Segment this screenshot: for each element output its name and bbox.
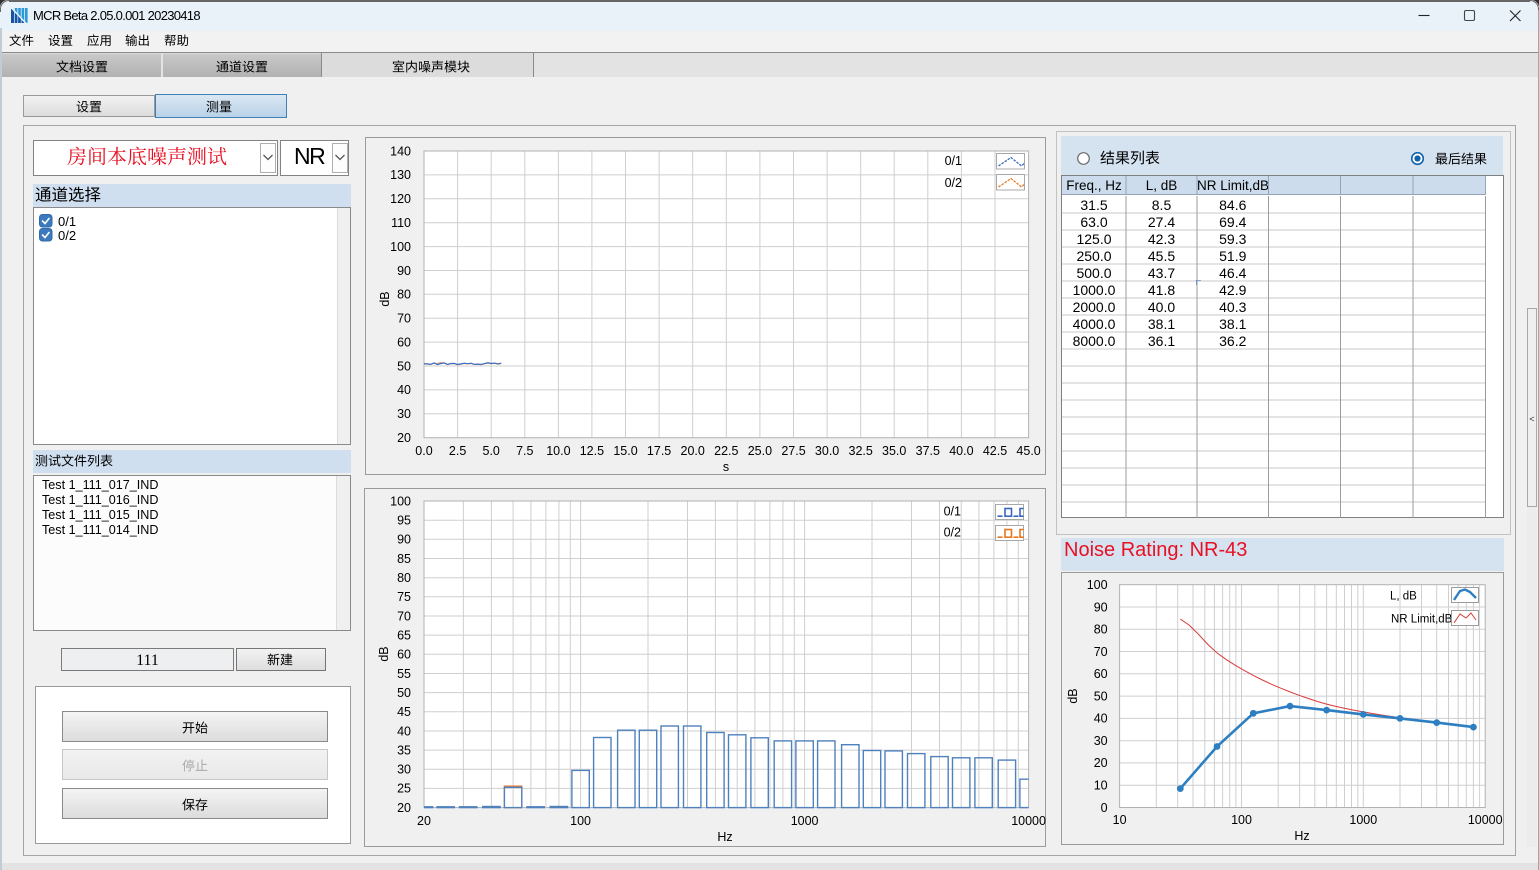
svg-text:20: 20 — [397, 801, 411, 815]
svg-text:5.0: 5.0 — [483, 444, 500, 458]
svg-text:80: 80 — [1094, 623, 1108, 637]
svg-text:dB: dB — [378, 291, 392, 306]
svg-text:130: 130 — [390, 168, 411, 182]
svg-text:7.5: 7.5 — [516, 444, 533, 458]
svg-text:20: 20 — [1094, 756, 1108, 770]
svg-text:30.0: 30.0 — [815, 444, 839, 458]
svg-text:40: 40 — [397, 383, 411, 397]
svg-text:2.5: 2.5 — [449, 444, 466, 458]
svg-text:50: 50 — [1094, 689, 1108, 703]
svg-text:27.5: 27.5 — [781, 444, 805, 458]
svg-text:10000: 10000 — [1011, 814, 1046, 828]
svg-text:10: 10 — [1113, 813, 1127, 827]
svg-text:10.0: 10.0 — [546, 444, 570, 458]
svg-text:0/1: 0/1 — [944, 505, 961, 519]
svg-text:60: 60 — [397, 648, 411, 662]
svg-text:32.5: 32.5 — [849, 444, 873, 458]
svg-text:100: 100 — [570, 814, 591, 828]
svg-text:10000: 10000 — [1468, 813, 1503, 827]
svg-text:22.5: 22.5 — [714, 444, 738, 458]
svg-text:100: 100 — [390, 494, 411, 508]
svg-text:110: 110 — [391, 216, 411, 230]
svg-text:17.5: 17.5 — [647, 444, 671, 458]
svg-text:25: 25 — [397, 782, 411, 796]
svg-text:40: 40 — [1094, 712, 1108, 726]
svg-text:85: 85 — [397, 552, 411, 566]
svg-text:95: 95 — [397, 514, 411, 528]
svg-text:L, dB: L, dB — [1390, 591, 1417, 603]
svg-text:10: 10 — [1094, 779, 1108, 793]
svg-text:25.0: 25.0 — [748, 444, 772, 458]
svg-text:90: 90 — [1094, 600, 1108, 614]
svg-text:100: 100 — [1231, 813, 1252, 827]
svg-text:0/2: 0/2 — [944, 526, 961, 540]
svg-text:1000: 1000 — [791, 814, 819, 828]
svg-text:60: 60 — [1094, 667, 1108, 681]
svg-text:120: 120 — [390, 192, 411, 206]
svg-text:0/2: 0/2 — [945, 176, 962, 190]
svg-text:40: 40 — [397, 724, 411, 738]
svg-text:30: 30 — [397, 763, 411, 777]
svg-text:100: 100 — [1087, 578, 1108, 592]
svg-text:75: 75 — [397, 590, 411, 604]
svg-text:35.0: 35.0 — [882, 444, 906, 458]
svg-text:0: 0 — [1101, 801, 1108, 815]
svg-text:s: s — [723, 460, 729, 474]
svg-text:dB: dB — [377, 646, 391, 661]
svg-text:Hz: Hz — [1294, 829, 1309, 843]
svg-text:35: 35 — [397, 743, 411, 757]
svg-text:80: 80 — [397, 571, 411, 585]
svg-text:45.0: 45.0 — [1016, 444, 1040, 458]
svg-text:1000: 1000 — [1349, 813, 1377, 827]
svg-text:dB: dB — [1066, 688, 1080, 703]
svg-text:70: 70 — [397, 609, 411, 623]
svg-text:80: 80 — [397, 288, 411, 302]
svg-text:40.0: 40.0 — [949, 444, 973, 458]
svg-text:140: 140 — [390, 144, 411, 158]
svg-text:50: 50 — [397, 686, 411, 700]
svg-text:50: 50 — [397, 359, 411, 373]
svg-text:45: 45 — [397, 705, 411, 719]
svg-text:Hz: Hz — [717, 830, 732, 844]
svg-text:65: 65 — [397, 628, 411, 642]
svg-text:12.5: 12.5 — [580, 444, 604, 458]
svg-text:100: 100 — [390, 240, 411, 254]
svg-text:42.5: 42.5 — [983, 444, 1007, 458]
svg-text:0/1: 0/1 — [945, 154, 962, 168]
svg-text:90: 90 — [397, 264, 411, 278]
svg-text:20.0: 20.0 — [681, 444, 705, 458]
svg-text:30: 30 — [397, 407, 411, 421]
svg-text:20: 20 — [397, 431, 411, 445]
svg-text:60: 60 — [397, 335, 411, 349]
svg-text:20: 20 — [417, 814, 431, 828]
svg-text:15.0: 15.0 — [613, 444, 637, 458]
svg-text:90: 90 — [397, 533, 411, 547]
svg-text:30: 30 — [1094, 734, 1108, 748]
svg-text:70: 70 — [397, 312, 411, 326]
svg-text:70: 70 — [1094, 645, 1108, 659]
svg-text:NR Limit,dB: NR Limit,dB — [1391, 614, 1453, 626]
svg-text:37.5: 37.5 — [916, 444, 940, 458]
svg-text:55: 55 — [397, 667, 411, 681]
svg-text:0.0: 0.0 — [415, 444, 432, 458]
